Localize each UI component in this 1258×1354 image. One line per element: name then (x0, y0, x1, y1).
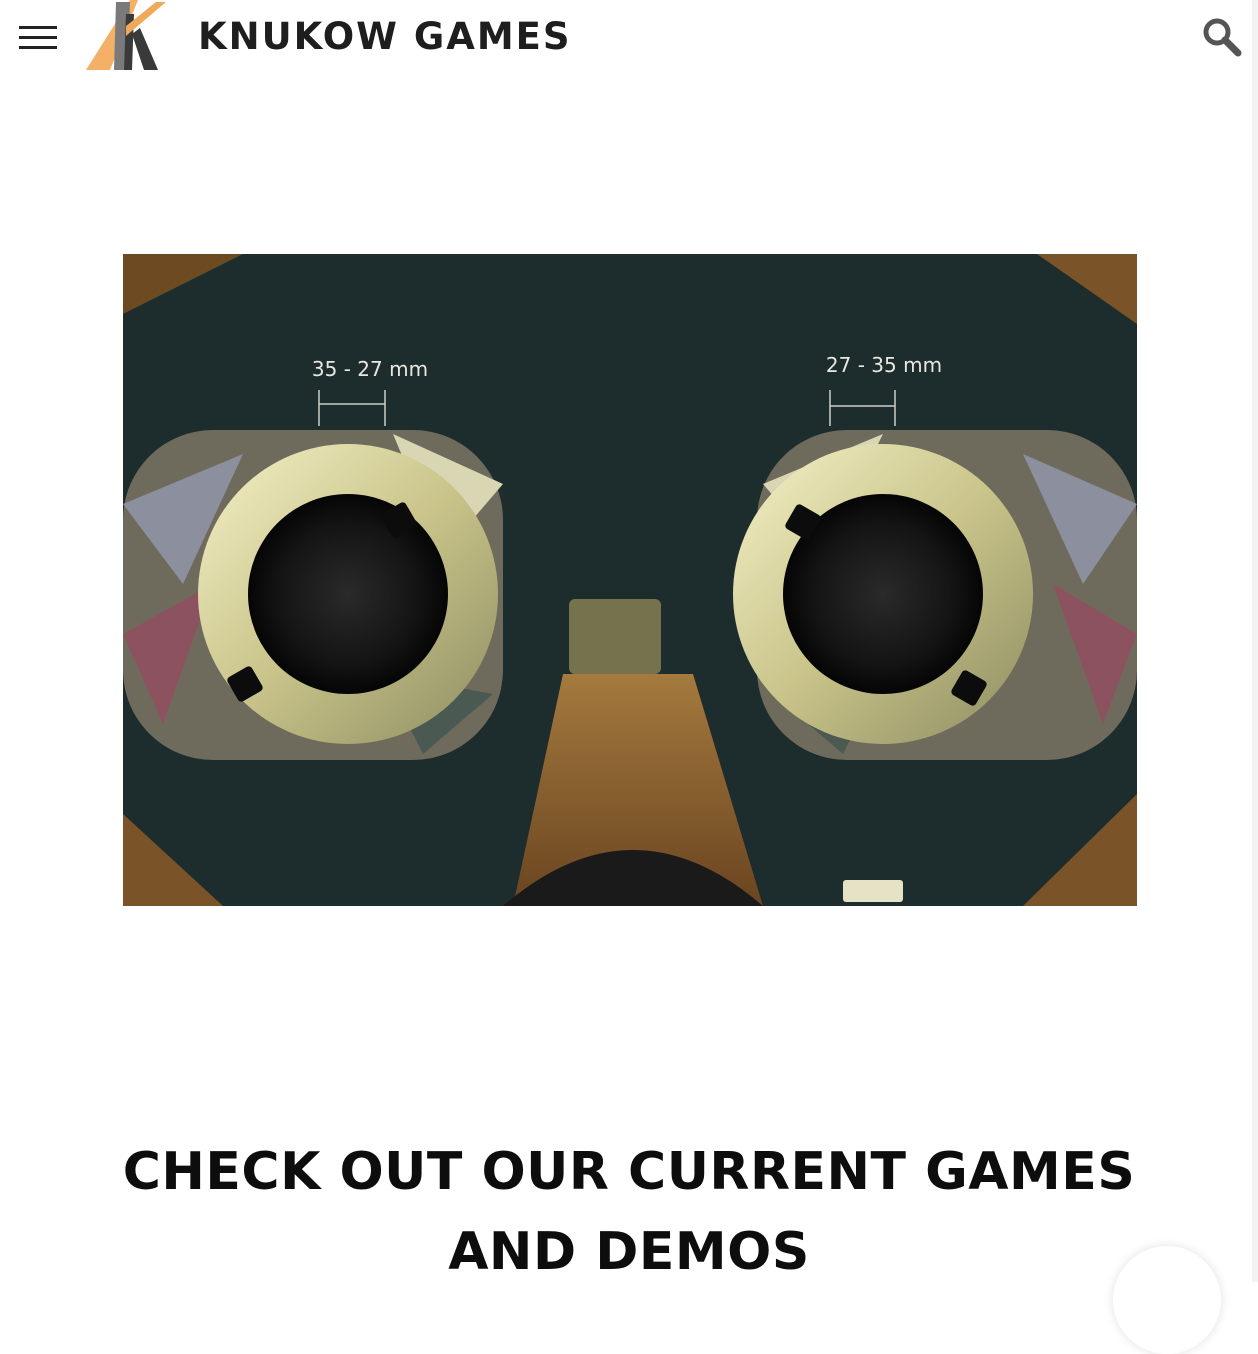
search-icon[interactable] (1200, 16, 1244, 60)
logo-lower-arm (132, 28, 158, 70)
heading-line-1: CHECK OUT OUR CURRENT GAMES (122, 1142, 1136, 1202)
heading-line-2: AND DEMOS (448, 1222, 810, 1282)
right-eye-piece (733, 430, 1137, 760)
site-header: KNUKOW GAMES (0, 0, 1258, 80)
menu-bar-middle (19, 36, 57, 39)
menu-bar-bottom[interactable] (19, 46, 57, 49)
hero-image: 35 - 27 mm 27 - 35 mm (123, 254, 1137, 906)
knukow-logo-icon (86, 0, 166, 70)
scrollbar-track[interactable] (1252, 0, 1258, 1282)
left-eye-piece (123, 430, 503, 760)
site-logo[interactable] (86, 0, 166, 72)
right-scale-label: 27 - 35 mm (826, 353, 942, 377)
site-title[interactable]: KNUKOW GAMES (198, 14, 572, 60)
floating-action-button[interactable] (1113, 1246, 1221, 1354)
hamburger-menu-icon[interactable] (19, 24, 57, 52)
vr-headset-photo: 35 - 27 mm 27 - 35 mm (123, 254, 1137, 906)
games-section-heading: CHECK OUT OUR CURRENT GAMES AND DEMOS (100, 1132, 1158, 1292)
bottom-tab (843, 880, 903, 902)
search-icon-graphic (1203, 18, 1242, 57)
left-lens (248, 494, 448, 694)
left-scale-label: 35 - 27 mm (312, 357, 428, 381)
search-handle (1221, 36, 1242, 57)
menu-bar-top (19, 26, 57, 29)
foam-pad (569, 599, 661, 674)
